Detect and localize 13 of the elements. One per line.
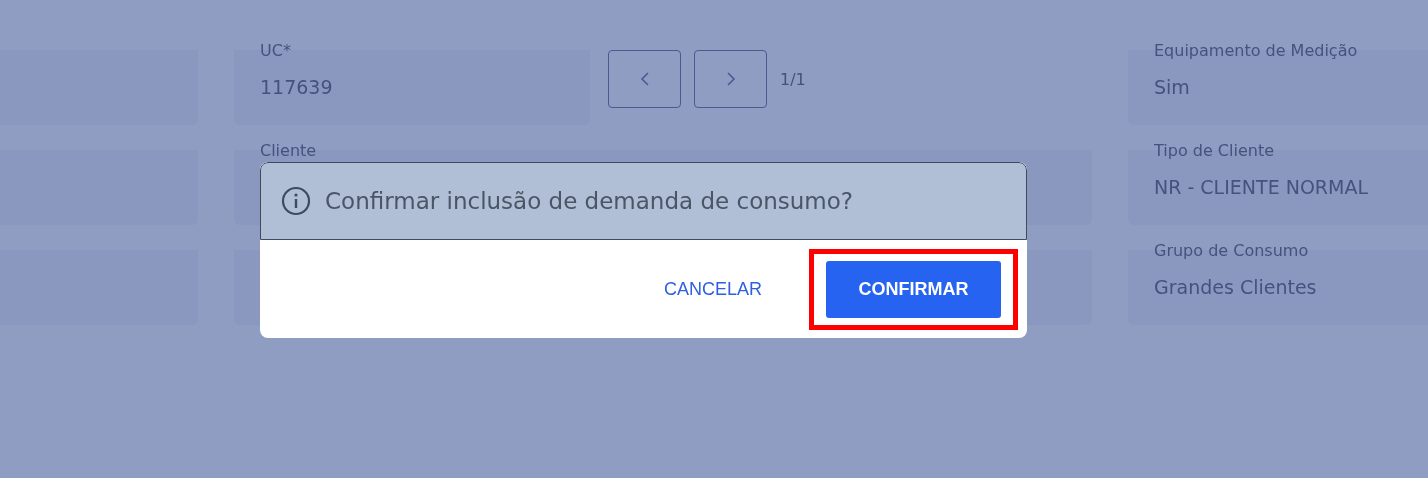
info-field: Grupo de Consumo Grandes Clientes [1128,242,1428,325]
previous-button[interactable] [608,50,681,108]
cancel-button[interactable]: CANCELAR [663,278,762,300]
dialog-message: Confirmar inclusão de demanda de consumo? [325,188,854,214]
page-counter: 1/1 [780,69,806,89]
info-field: Equipamento de Medição Sim [1128,42,1428,125]
uc-field[interactable]: UC* 117639 [234,42,590,125]
confirm-button[interactable]: CONFIRMAR [826,260,1001,318]
next-button[interactable] [694,50,767,108]
chevron-right-icon [725,71,736,87]
info-field: Tipo de Cliente NR - CLIENTE NORMAL [1128,142,1428,225]
chevron-left-icon [639,71,650,87]
info-icon [281,186,311,216]
